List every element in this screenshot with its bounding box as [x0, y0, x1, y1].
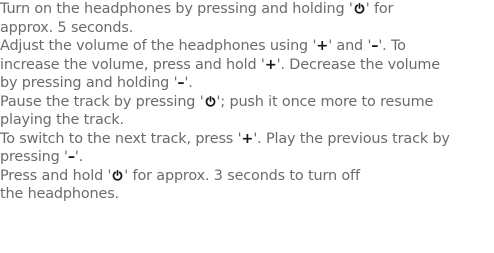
instruction-line-11: the headphones. [0, 186, 119, 202]
instruction-line-6: Pause the track by pressing ' '; push it … [0, 93, 434, 110]
plus-symbol: + [241, 130, 254, 147]
instruction-line-2: approx. 5 seconds. [0, 19, 134, 36]
instruction-line-8: To switch to the next track, press '+'. … [0, 130, 450, 147]
instruction-line-3: Adjust the volume of the headphones usin… [0, 38, 406, 54]
power-icon [354, 3, 365, 14]
minus-symbol: – [67, 149, 75, 165]
instruction-line-1: Turn on the headphones by pressing and h… [0, 1, 394, 17]
plus-symbol: + [264, 56, 277, 73]
instruction-line-7: playing the track. [0, 112, 124, 128]
instruction-line-10: Press and hold ' ' for approx. 3 seconds … [0, 167, 360, 184]
plus-symbol: + [316, 38, 329, 54]
manual-page: Turn on the headphones by pressing and h… [0, 0, 494, 253]
instruction-line-5: by pressing and holding '–'. [0, 75, 193, 91]
instruction-line-4: increase the volume, press and hold '+'.… [0, 56, 441, 73]
power-icon [205, 95, 216, 107]
instruction-line-9: pressing '–'. [0, 149, 84, 165]
power-icon [112, 169, 123, 181]
instructions-text: Turn on the headphones by pressing and h… [0, 0, 494, 204]
